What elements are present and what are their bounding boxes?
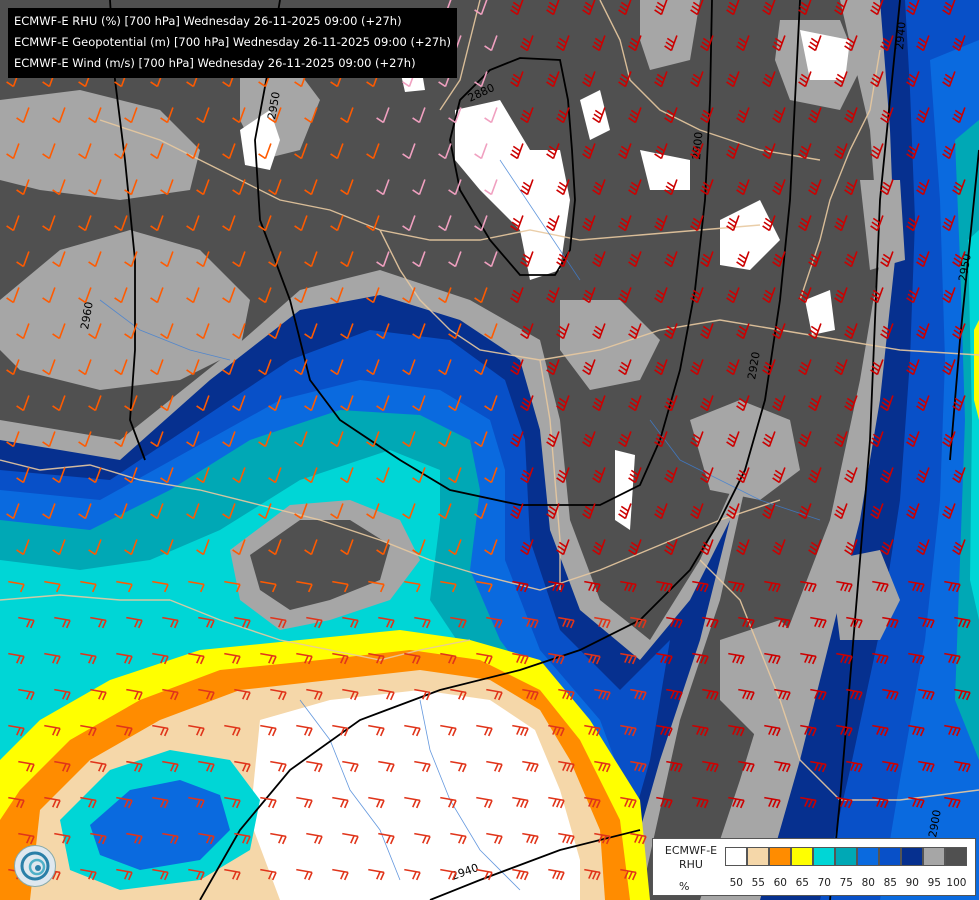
legend-title: ECMWF-E RHU <box>657 844 725 872</box>
legend-swatch <box>769 847 791 866</box>
legend-tick: 80 <box>861 877 875 889</box>
legend-swatch <box>725 847 747 866</box>
legend-tick: 85 <box>883 877 897 889</box>
legend-tick: 100 <box>946 877 967 889</box>
legend-swatch <box>901 847 923 866</box>
legend-swatch <box>923 847 945 866</box>
legend-tick: 90 <box>905 877 919 889</box>
map-title-box: ECMWF-E RHU (%) [700 hPa] Wednesday 26-1… <box>8 8 457 78</box>
legend-swatch <box>835 847 857 866</box>
weather-map: 2880 2900 2920 2940 2940 2950 2950 2960 … <box>0 0 979 900</box>
legend-unit: % <box>679 880 690 893</box>
legend-tick: 95 <box>927 877 941 889</box>
legend-tick: 55 <box>751 877 765 889</box>
title-geopotential: ECMWF-E Geopotential (m) [700 hPa] Wedne… <box>14 35 451 49</box>
title-wind: ECMWF-E Wind (m/s) [700 hPa] Wednesday 2… <box>14 56 416 70</box>
legend-swatch <box>879 847 901 866</box>
legend-tick: 75 <box>839 877 853 889</box>
ecmwf-logo-icon <box>14 845 56 887</box>
legend-swatch <box>945 847 967 866</box>
title-rhu: ECMWF-E RHU (%) [700 hPa] Wednesday 26-1… <box>14 14 402 28</box>
legend-swatch <box>747 847 769 866</box>
legend-tick: 60 <box>773 877 787 889</box>
legend-tick: 70 <box>817 877 831 889</box>
legend-swatch <box>791 847 813 866</box>
rhu-legend: ECMWF-E RHU % 50 55 60 65 70 75 80 85 90 95 100 <box>652 838 976 896</box>
legend-title-line1: ECMWF-E <box>664 844 718 857</box>
legend-swatch <box>857 847 879 866</box>
legend-tick: 65 <box>795 877 809 889</box>
legend-title-line2: RHU <box>679 858 703 871</box>
legend-swatches <box>725 847 967 866</box>
legend-swatch <box>813 847 835 866</box>
contour-label: 2940 <box>893 21 908 50</box>
legend-ticks: 50 55 60 65 70 75 80 85 90 95 100 <box>725 877 977 891</box>
legend-tick: 50 <box>729 877 743 889</box>
